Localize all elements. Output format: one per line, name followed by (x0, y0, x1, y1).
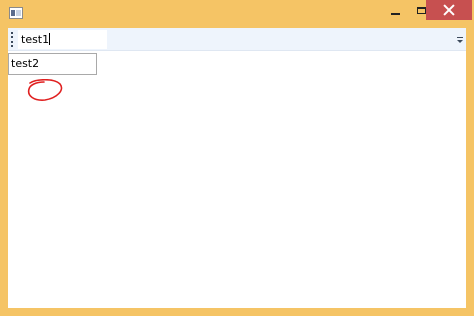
minimize-icon (390, 13, 400, 15)
window-app-icon[interactable] (9, 7, 23, 19)
client-area: test1 test2 (8, 28, 466, 308)
close-button[interactable] (426, 0, 472, 20)
app-window: test1 test2 (0, 0, 474, 316)
toolbar-overflow-icon[interactable] (456, 37, 464, 47)
main-textbox[interactable]: test2 (8, 53, 97, 75)
toolbar: test1 (8, 28, 466, 51)
close-icon (443, 4, 455, 16)
toolbar-textbox-value: test1 (21, 33, 50, 46)
toolbar-textbox[interactable]: test1 (18, 30, 107, 49)
red-circle-annotation (27, 79, 63, 101)
text-caret (49, 33, 51, 45)
minimize-button[interactable] (382, 0, 408, 20)
title-bar[interactable] (0, 0, 474, 28)
toolbar-grip-handle[interactable] (11, 32, 14, 47)
main-textbox-value: test2 (11, 57, 40, 70)
maximize-icon (416, 6, 426, 14)
